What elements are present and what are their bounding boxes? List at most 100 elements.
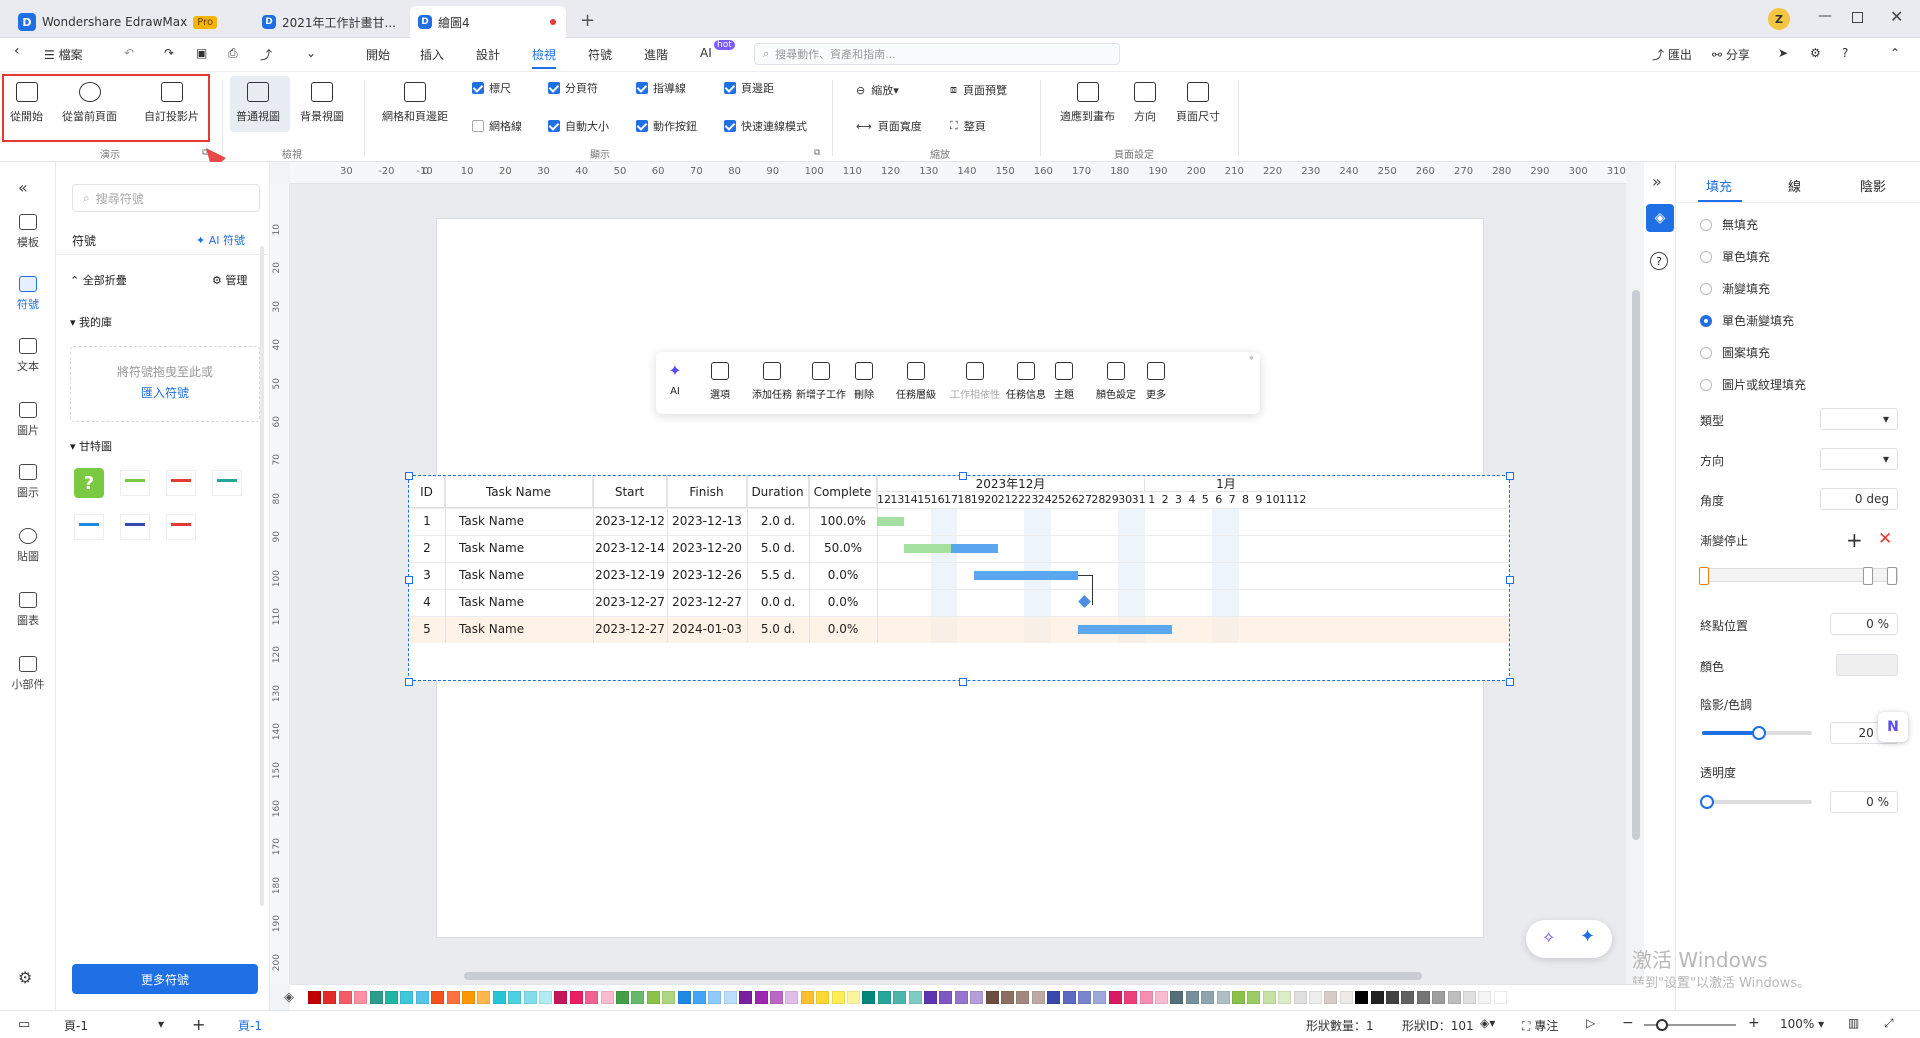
rail-charts[interactable]: 圖表 — [0, 592, 56, 628]
selection-handle[interactable] — [405, 576, 413, 584]
gantt-bar[interactable] — [973, 571, 1078, 580]
search-input[interactable]: ⌕ 搜尋動作、資產和指南... — [754, 43, 1120, 65]
auto-size-checkbox[interactable]: 自動大小 — [548, 118, 609, 134]
fullscreen-icon[interactable]: ⤢ — [1884, 1016, 1894, 1031]
palette-swatch[interactable] — [1293, 991, 1307, 1004]
user-avatar[interactable]: Z — [1768, 8, 1790, 30]
rail-symbols[interactable]: 符號 — [0, 276, 56, 312]
from-current-button[interactable]: 從當前頁面 — [62, 82, 117, 124]
palette-swatch[interactable] — [1124, 991, 1138, 1004]
normal-view-button[interactable]: 普通視圖 — [236, 82, 280, 124]
palette-swatch[interactable] — [523, 991, 537, 1004]
selection-handle[interactable] — [959, 472, 967, 480]
menu-view[interactable]: 檢視 — [532, 46, 557, 69]
layers-icon[interactable]: ◈▾ — [1480, 1016, 1495, 1030]
fill-option[interactable]: 漸變填充 — [1700, 280, 1770, 297]
palette-swatch[interactable] — [1447, 991, 1461, 1004]
palette-swatch[interactable] — [831, 991, 845, 1004]
page-margin-checkbox[interactable]: 頁邊距 — [724, 80, 774, 96]
rail-widgets[interactable]: 小部件 — [0, 656, 56, 692]
back-icon[interactable]: ‹ — [14, 43, 20, 59]
toolbar-task-info-button[interactable]: 任務信息 — [1006, 362, 1046, 401]
gantt-bar[interactable] — [1078, 625, 1172, 634]
book-view-icon[interactable]: ▥ — [1848, 1016, 1859, 1030]
new-tab-plus-icon[interactable]: + — [580, 10, 595, 31]
palette-swatch[interactable] — [985, 991, 999, 1004]
page-size-button[interactable]: 頁面尺寸 — [1176, 82, 1220, 124]
palette-swatch[interactable] — [862, 991, 876, 1004]
palette-swatch[interactable] — [785, 991, 799, 1004]
palette-swatch[interactable] — [1078, 991, 1091, 1004]
palette-swatch[interactable] — [1386, 991, 1399, 1004]
my-library-header[interactable]: ▾ 我的庫 — [70, 314, 112, 330]
palette-swatch[interactable] — [1247, 991, 1261, 1004]
palette-swatch[interactable] — [338, 991, 352, 1004]
export-quick-icon[interactable]: ⤴ — [260, 46, 272, 63]
ai-assistant-floating-icon[interactable]: N — [1878, 712, 1908, 742]
palette-swatch[interactable] — [1108, 991, 1122, 1004]
minimize-icon[interactable]: — — [1818, 8, 1832, 24]
palette-swatch[interactable] — [308, 991, 321, 1004]
palette-swatch[interactable] — [877, 991, 891, 1004]
gantt-symbol-5[interactable] — [120, 514, 150, 540]
palette-swatch[interactable] — [1155, 991, 1168, 1004]
remove-stop-icon[interactable]: ✕ — [1878, 529, 1892, 549]
undo-icon[interactable]: ↶ — [124, 46, 134, 60]
toolbar-dependency-button[interactable]: 工作相依性 — [950, 362, 1000, 401]
zoom-out-icon[interactable]: − — [1622, 1015, 1634, 1031]
drop-zone[interactable]: 將符號拖曳至此或 匯入符號 — [70, 346, 260, 422]
color-picker[interactable] — [1836, 654, 1898, 676]
toolbar-add-task-button[interactable]: 添加任務 — [752, 362, 792, 401]
orientation-button[interactable]: 方向 — [1134, 82, 1156, 124]
palette-swatch[interactable] — [1416, 991, 1430, 1004]
palette-swatch[interactable] — [569, 991, 583, 1004]
menu-symbols[interactable]: 符號 — [588, 46, 612, 63]
toolbar-ai-button[interactable]: ✦ AI — [666, 362, 684, 398]
quick-connect-checkbox[interactable]: 快速連線模式 — [724, 118, 807, 134]
gantt-help-symbol[interactable]: ? — [74, 468, 104, 498]
rail-text[interactable]: 文本 — [0, 338, 56, 374]
menu-ai[interactable]: AI — [700, 46, 712, 60]
gradient-stop-handle[interactable] — [1887, 567, 1897, 585]
palette-swatch[interactable] — [1201, 991, 1215, 1004]
palette-swatch[interactable] — [600, 991, 614, 1004]
palette-swatch[interactable] — [1324, 991, 1338, 1004]
menu-insert[interactable]: 插入 — [420, 46, 444, 63]
fit-canvas-button[interactable]: 適應到畫布 — [1060, 82, 1115, 124]
transparency-slider-knob[interactable] — [1700, 795, 1714, 809]
page-break-checkbox[interactable]: 分頁符 — [548, 80, 598, 96]
action-button-checkbox[interactable]: 動作按鈕 — [636, 118, 697, 134]
palette-swatch[interactable] — [492, 991, 506, 1004]
toolbar-color-settings-button[interactable]: 顏色設定 — [1096, 362, 1136, 401]
horizontal-scrollbar[interactable] — [464, 972, 1422, 980]
fill-picker-icon[interactable]: ◈ — [284, 990, 294, 1005]
palette-swatch[interactable] — [616, 991, 629, 1004]
palette-swatch[interactable] — [1016, 991, 1030, 1004]
palette-swatch[interactable] — [924, 991, 937, 1004]
expand-group-icon[interactable]: ⧉ — [814, 148, 820, 158]
palette-swatch[interactable] — [462, 991, 475, 1004]
rail-images[interactable]: 圖片 — [0, 402, 56, 438]
send-icon[interactable]: ➤ — [1778, 46, 1788, 60]
help-icon[interactable]: ? — [1842, 46, 1848, 60]
selection-handle[interactable] — [1506, 472, 1514, 480]
share-button[interactable]: ⚯ 分享 — [1712, 46, 1750, 63]
toolbar-theme-button[interactable]: 主題 — [1054, 362, 1074, 401]
menu-home[interactable]: 開始 — [366, 46, 390, 63]
rail-stickers[interactable]: 貼圖 — [0, 528, 56, 564]
palette-swatch[interactable] — [970, 991, 984, 1004]
page-select[interactable]: 頁-1 ▾ — [64, 1017, 168, 1034]
focus-button[interactable]: ⛶ 專注 — [1522, 1017, 1558, 1034]
app-tab[interactable]: D Wondershare EdrawMax Pro — [10, 6, 225, 38]
from-start-button[interactable]: 從開始 — [10, 82, 43, 124]
zoom-level[interactable]: 100% ▾ — [1780, 1017, 1824, 1031]
palette-swatch[interactable] — [1463, 991, 1476, 1004]
export-button[interactable]: ⤴ 匯出 — [1652, 46, 1692, 63]
palette-swatch[interactable] — [1478, 991, 1492, 1004]
ruler-checkbox[interactable]: 標尺 — [472, 80, 511, 96]
palette-swatch[interactable] — [385, 991, 398, 1004]
ai-symbols-button[interactable]: ✦ AI 符號 — [196, 232, 245, 248]
tab-fill[interactable]: 填充 — [1706, 176, 1732, 195]
zoom-slider[interactable] — [1644, 1019, 1736, 1031]
selection-handle[interactable] — [1506, 678, 1514, 686]
